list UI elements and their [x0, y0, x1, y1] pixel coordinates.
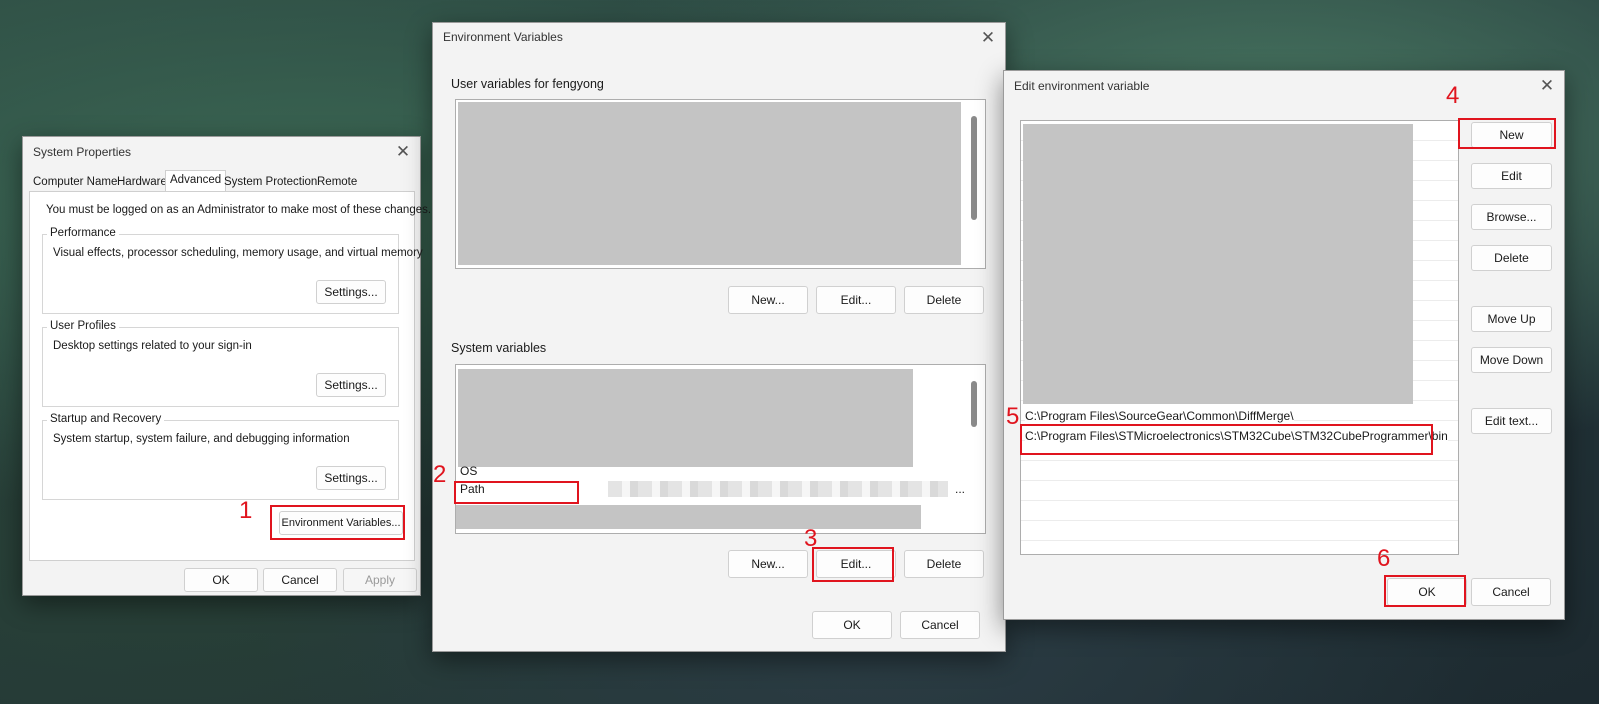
user-variables-group: User variables for fengyong New... Edit.…	[445, 77, 995, 329]
step-number: 2	[433, 461, 447, 488]
path-entries-list[interactable]: C:\Program Files\SourceGear\Common\DiffM…	[1020, 120, 1459, 555]
system-delete-button[interactable]: Delete	[904, 550, 984, 578]
window-title: Environment Variables	[443, 30, 563, 44]
redacted-area	[456, 505, 921, 529]
group-desc: Visual effects, processor scheduling, me…	[53, 247, 423, 259]
group-title: Startup and Recovery	[47, 413, 165, 425]
edit-button[interactable]: Edit	[1471, 163, 1552, 189]
step-number: 5	[1006, 403, 1020, 430]
highlight-environment-variables	[270, 505, 405, 540]
startup-recovery-group: Startup and Recovery System startup, sys…	[42, 413, 399, 500]
step-number: 6	[1377, 545, 1391, 572]
user-variables-title: User variables for fengyong	[451, 77, 604, 91]
step-number: 4	[1446, 82, 1460, 109]
highlight-stm32-entry	[1020, 424, 1433, 455]
tab-remote[interactable]: Remote	[313, 173, 361, 191]
user-new-button[interactable]: New...	[728, 286, 808, 314]
group-title: Performance	[47, 227, 119, 239]
system-new-button[interactable]: New...	[728, 550, 808, 578]
tab-system-protection[interactable]: System Protection	[220, 173, 321, 191]
system-variables-title: System variables	[451, 341, 547, 355]
highlight-new	[1458, 118, 1556, 149]
environment-variables-window: Environment Variables ✕ User variables f…	[432, 22, 1006, 652]
move-down-button[interactable]: Move Down	[1471, 347, 1552, 373]
edit-environment-variable-window: Edit environment variable ✕ C:\Program F…	[1003, 70, 1565, 620]
system-variables-group: System variables OS Path ... New... Edit…	[445, 341, 995, 593]
ok-button[interactable]: OK	[812, 611, 892, 639]
performance-settings-button[interactable]: Settings...	[316, 280, 386, 304]
delete-button[interactable]: Delete	[1471, 245, 1552, 271]
path-entry[interactable]: C:\Program Files\SourceGear\Common\DiffM…	[1025, 409, 1294, 423]
cancel-button[interactable]: Cancel	[1471, 578, 1551, 606]
edit-text-button[interactable]: Edit text...	[1471, 408, 1552, 434]
apply-button[interactable]: Apply	[343, 568, 417, 592]
list-item[interactable]: OS	[460, 464, 477, 478]
startup-settings-button[interactable]: Settings...	[316, 466, 386, 490]
ok-button[interactable]: OK	[184, 568, 258, 592]
group-desc: Desktop settings related to your sign-in	[53, 340, 252, 352]
user-profiles-settings-button[interactable]: Settings...	[316, 373, 386, 397]
close-icon[interactable]: ✕	[979, 29, 997, 47]
system-variables-list[interactable]: OS Path ...	[455, 364, 986, 534]
step-number: 1	[239, 497, 253, 524]
scrollbar[interactable]	[971, 381, 977, 427]
user-profiles-group: User Profiles Desktop settings related t…	[42, 320, 399, 407]
scrollbar[interactable]	[971, 116, 977, 220]
highlight-ok	[1384, 575, 1466, 607]
highlight-system-edit	[812, 547, 894, 582]
tab-computer-name[interactable]: Computer Name	[29, 173, 121, 191]
performance-group: Performance Visual effects, processor sc…	[42, 227, 423, 314]
cancel-button[interactable]: Cancel	[263, 568, 337, 592]
cancel-button[interactable]: Cancel	[900, 611, 980, 639]
user-variables-list[interactable]	[455, 99, 986, 269]
close-icon[interactable]: ✕	[394, 143, 412, 161]
user-edit-button[interactable]: Edit...	[816, 286, 896, 314]
redacted-area	[458, 369, 913, 467]
group-desc: System startup, system failure, and debu…	[53, 433, 350, 445]
tab-advanced[interactable]: Advanced	[165, 170, 227, 192]
redacted-area	[1023, 124, 1413, 404]
admin-note: You must be logged on as an Administrato…	[46, 204, 432, 216]
user-delete-button[interactable]: Delete	[904, 286, 984, 314]
window-title: System Properties	[33, 145, 132, 159]
path-value-obscured	[608, 481, 948, 497]
step-number: 3	[804, 525, 818, 552]
window-title: Edit environment variable	[1014, 79, 1150, 93]
group-title: User Profiles	[47, 320, 119, 332]
browse-button[interactable]: Browse...	[1471, 204, 1552, 230]
path-value-ellipsis: ...	[955, 482, 966, 496]
highlight-path-row	[454, 481, 579, 504]
move-up-button[interactable]: Move Up	[1471, 306, 1552, 332]
close-icon[interactable]: ✕	[1538, 77, 1556, 95]
tab-hardware[interactable]: Hardware	[113, 173, 171, 191]
redacted-area	[458, 102, 961, 265]
